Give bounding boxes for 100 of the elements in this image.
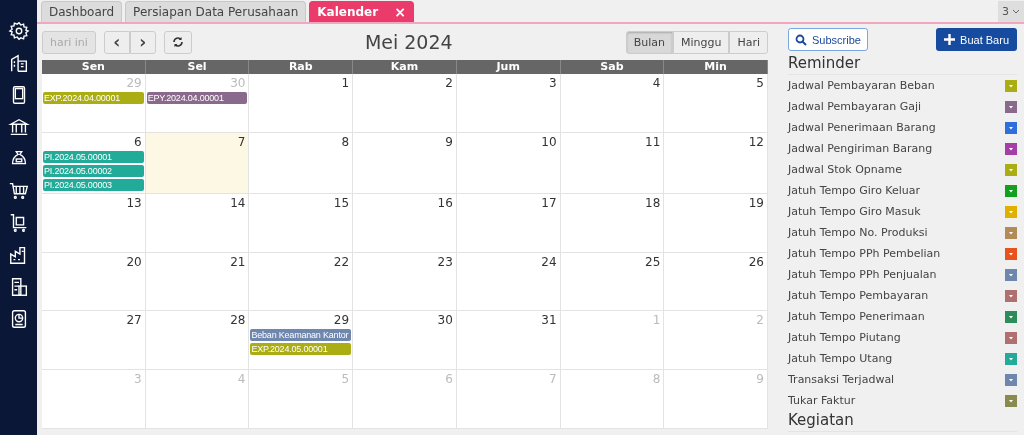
day-cell[interactable]: 13 — [42, 193, 146, 252]
reminder-label: Jadwal Pembayaran Beban — [788, 79, 935, 92]
day-cell[interactable]: 10 — [456, 132, 561, 193]
color-dropdown[interactable] — [1005, 79, 1017, 92]
day-cell[interactable]: 29 Beban Keamanan Kantor EXP.2024.05.00001 — [249, 311, 354, 370]
day-cell[interactable]: 20 — [42, 252, 146, 311]
view-button[interactable]: Minggu — [672, 30, 730, 54]
color-dropdown[interactable] — [1005, 226, 1017, 239]
reminder-label: Jatuh Tempo Piutang — [788, 331, 901, 344]
day-cell[interactable]: 12 — [664, 132, 768, 193]
settings-icon[interactable] — [7, 20, 30, 42]
event-chip[interactable]: Beban Keamanan Kantor — [250, 329, 352, 342]
day-number: 8 — [652, 372, 662, 387]
plus-icon — [944, 34, 956, 45]
day-number: 9 — [756, 372, 765, 387]
color-dropdown[interactable] — [1005, 100, 1017, 113]
tab[interactable]: Persiapan Data Perusahaan — [125, 1, 307, 22]
day-cell[interactable]: 17 — [456, 193, 561, 252]
event-chip[interactable]: EPY.2024.04.00001 — [146, 92, 248, 104]
day-number: 7 — [237, 134, 247, 149]
day-cell[interactable]: 27 — [42, 311, 146, 370]
day-cell[interactable]: 21 — [145, 252, 250, 311]
color-dropdown[interactable] — [1005, 121, 1017, 134]
day-number: 30 — [230, 76, 247, 90]
day-cell[interactable]: 3 — [456, 74, 561, 132]
view-button[interactable]: Bulan — [625, 30, 673, 54]
day-cell[interactable]: 25 — [560, 252, 665, 311]
day-cell[interactable]: 30 — [353, 311, 457, 370]
color-dropdown[interactable] — [1005, 268, 1017, 281]
reminder-label: Jatuh Tempo PPh Penjualan — [788, 268, 937, 281]
reminder-label: Jatuh Tempo No. Produksi — [788, 226, 928, 239]
day-cell[interactable]: 1 — [249, 74, 354, 132]
day-cell[interactable]: 8 — [249, 132, 354, 193]
color-dropdown[interactable] — [1005, 205, 1017, 218]
day-number: 25 — [645, 254, 662, 269]
day-cell[interactable]: 30 EPY.2024.04.00001 — [145, 74, 250, 132]
day-number: 5 — [341, 372, 351, 387]
day-cell[interactable]: 4 — [560, 74, 665, 132]
day-number: 3 — [134, 372, 143, 387]
color-dropdown[interactable] — [1005, 331, 1017, 344]
new-button[interactable]: Buat Baru — [936, 28, 1017, 51]
day-number: 6 — [445, 372, 454, 387]
refresh-button[interactable] — [163, 30, 192, 54]
color-dropdown[interactable] — [1005, 247, 1017, 260]
day-number: 15 — [333, 195, 351, 210]
view-button[interactable]: Hari — [729, 30, 768, 54]
day-number: 2 — [756, 313, 765, 328]
day-cell[interactable]: 19 — [664, 193, 768, 252]
previous-button[interactable]: ‹ — [103, 30, 130, 54]
reminder-label: Jadwal Pembayaran Gaji — [788, 100, 922, 113]
day-number: 28 — [230, 313, 247, 328]
reminder-label: Jadwal Stok Opname — [788, 163, 902, 176]
cart-icon[interactable] — [7, 180, 30, 202]
color-dropdown[interactable] — [1005, 163, 1017, 176]
close-icon[interactable]: × — [394, 4, 406, 20]
day-cell[interactable]: 24 — [456, 252, 561, 311]
color-dropdown[interactable] — [1005, 394, 1017, 407]
day-number: 19 — [748, 195, 765, 210]
next-button[interactable]: › — [129, 30, 156, 54]
color-dropdown[interactable] — [1005, 310, 1017, 323]
month-title: Mei 2024 — [363, 31, 454, 53]
day-number: 1 — [341, 76, 351, 90]
color-dropdown[interactable] — [1005, 352, 1017, 365]
day-number: 21 — [230, 254, 247, 269]
day-cell[interactable]: 18 — [560, 193, 665, 252]
day-number: 11 — [645, 134, 662, 149]
color-dropdown[interactable] — [1005, 373, 1017, 386]
day-number: 14 — [230, 195, 247, 210]
reminder-label: Transaksi Terjadwal — [788, 373, 895, 386]
day-cell[interactable]: 2 — [353, 74, 457, 132]
bank-icon[interactable] — [7, 116, 30, 138]
color-dropdown[interactable] — [1005, 184, 1017, 197]
tab[interactable]: Kalender × — [309, 1, 414, 22]
day-cell[interactable]: 5 — [664, 74, 768, 132]
day-number: 22 — [333, 254, 351, 269]
day-cell[interactable]: 15 — [249, 193, 354, 252]
day-cell[interactable]: 11 — [560, 132, 665, 193]
day-number: 4 — [237, 372, 247, 387]
reminder-label: Jatuh Tempo Penerimaan — [788, 310, 925, 323]
day-number: 3 — [548, 76, 558, 90]
subscribe-button[interactable]: Subscribe — [788, 28, 868, 51]
tab[interactable]: Dashboard — [41, 1, 123, 22]
day-number: 30 — [437, 313, 454, 328]
tab-overflow-button[interactable]: 3 — [998, 1, 1024, 22]
day-number: 1 — [652, 313, 662, 328]
day-number: 29 — [333, 313, 351, 328]
day-cell[interactable]: 26 — [664, 252, 768, 311]
day-cell[interactable]: 9 — [353, 132, 457, 193]
day-cell[interactable]: 16 — [353, 193, 457, 252]
day-number: 10 — [541, 134, 558, 149]
day-cell[interactable]: 14 — [145, 193, 250, 252]
day-number: 7 — [548, 372, 558, 387]
color-dropdown[interactable] — [1005, 142, 1017, 155]
color-dropdown[interactable] — [1005, 289, 1017, 302]
day-number: 4 — [652, 76, 662, 90]
day-cell[interactable]: 31 — [456, 311, 561, 370]
day-cell[interactable]: 22 — [249, 252, 354, 311]
day-cell[interactable]: 23 — [353, 252, 457, 311]
day-cell[interactable]: 7 — [145, 132, 250, 193]
day-cell[interactable]: 28 — [145, 311, 250, 370]
